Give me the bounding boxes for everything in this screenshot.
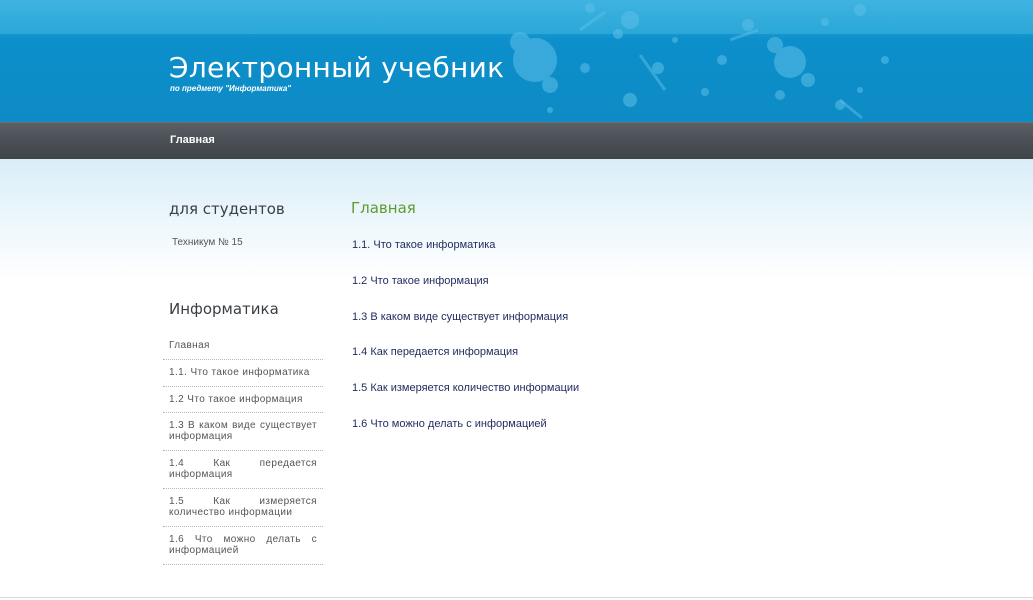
sidebar-item-1-2[interactable]: 1.2 Что такое информация [163,387,323,413]
page-title: Главная [351,199,416,217]
topic-link-1-6[interactable]: 1.6 Что можно делать с информацией [352,418,547,430]
list-item: 1.4 Как передается информация [352,346,579,382]
site-subtitle: по предмету "Информатика" [170,84,292,93]
footer-divider [0,597,1033,598]
topic-link-1-3[interactable]: 1.3 В каком виде существует информация [352,311,568,323]
list-item: 1.6 Что можно делать с информацией [352,418,579,454]
sidebar-item-1-5[interactable]: 1.5 Как измеряется количество информации [163,489,323,527]
topic-link-1-1[interactable]: 1.1. Что такое информатика [352,239,495,251]
list-item: 1.2 Что такое информация [352,275,579,311]
main-navbar: Главная [0,122,1033,159]
topic-links: 1.1. Что такое информатика 1.2 Что такое… [352,239,579,454]
topic-link-1-2[interactable]: 1.2 Что такое информация [352,275,489,287]
list-item: 1.1. Что такое информатика [352,239,579,275]
topic-link-1-5[interactable]: 1.5 Как измеряется количество информации [352,382,579,394]
sidebar-item-1-3[interactable]: 1.3 В каком виде существует информация [163,413,323,451]
sidebar-item-1-4[interactable]: 1.4 Как передается информация [163,451,323,489]
site-title: Электронный учебник [169,51,505,84]
paint-splash-decoration [510,3,889,120]
sidebar-item-home[interactable]: Главная [163,336,323,360]
site-header: Электронный учебник по предмету "Информа… [0,0,1033,122]
sidebar-menu: Главная 1.1. Что такое информатика 1.2 Ч… [163,336,323,565]
topic-link-1-4[interactable]: 1.4 Как передается информация [352,346,518,358]
subject-heading: Информатика [169,300,279,318]
list-item: 1.5 Как измеряется количество информации [352,382,579,418]
students-heading: для студентов [169,200,285,218]
students-text: Техникум № 15 [172,237,243,248]
nav-item-home[interactable]: Главная [170,134,215,146]
sidebar-item-1-6[interactable]: 1.6 Что можно делать с информацией [163,527,323,565]
sidebar-item-1-1[interactable]: 1.1. Что такое информатика [163,360,323,387]
list-item: 1.3 В каком виде существует информация [352,311,579,347]
